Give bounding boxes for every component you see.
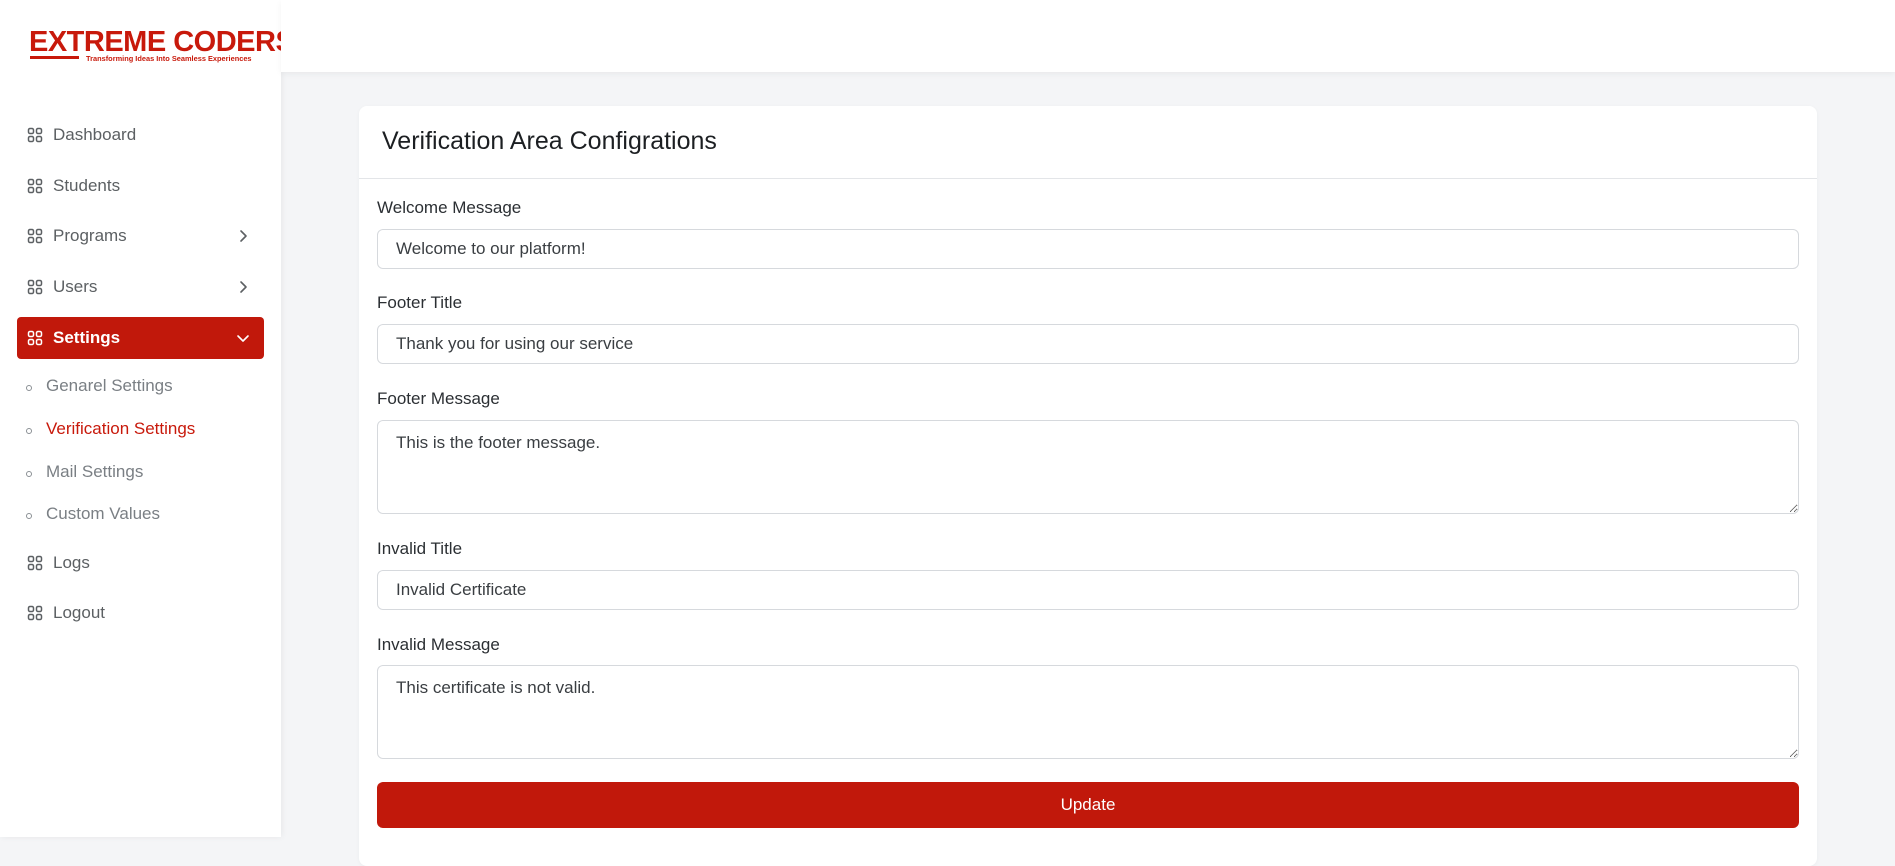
invalid-message-label: Invalid Message [377,635,500,654]
brand-logo[interactable]: EXTREME CODERS Transforming Ideas Into S… [29,26,295,66]
footer-title-label: Footer Title [377,293,463,312]
bullet-icon [26,471,32,477]
bullet-icon [26,513,32,519]
sidebar-item-students[interactable]: Students [17,165,264,207]
welcome-message-input[interactable] [377,229,1799,269]
sidebar-item-settings[interactable]: Settings [17,317,264,359]
footer-title-input[interactable] [377,324,1799,364]
chevron-right-icon [235,228,251,244]
sidebar-item-programs[interactable]: Programs [17,215,264,257]
sidebar-item-label: Dashboard [53,125,137,144]
welcome-message-label: Welcome Message [377,198,522,217]
sidebar-item-label: Students [53,176,121,195]
brand-tagline: Transforming Ideas Into Seamless Experie… [86,54,252,63]
grid-icon [27,555,43,571]
submenu-item-general-settings[interactable]: Genarel Settings [26,373,173,399]
page-title: Verification Area Configrations [382,127,717,155]
invalid-title-input[interactable] [377,570,1799,610]
submenu-item-verification-settings[interactable]: Verification Settings [26,416,195,442]
sidebar-item-dashboard[interactable]: Dashboard [17,114,264,156]
sidebar-item-label: Logout [53,603,105,622]
sidebar-item-logs[interactable]: Logs [17,542,264,584]
bullet-icon [26,385,32,391]
bullet-icon [26,428,32,434]
grid-icon [27,127,43,143]
submenu-item-label: Genarel Settings [46,376,173,395]
submenu-item-label: Verification Settings [46,419,196,438]
grid-icon [27,330,43,346]
grid-icon [27,228,43,244]
footer-message-textarea[interactable]: This is the footer message. [377,420,1799,514]
top-bar [281,0,1895,72]
update-button[interactable]: Update [377,782,1799,828]
submenu-item-label: Custom Values [46,504,161,523]
invalid-message-textarea[interactable]: This certificate is not valid. [377,665,1799,759]
sidebar-item-label: Users [53,277,98,296]
logo-underline [30,56,79,59]
submenu-item-mail-settings[interactable]: Mail Settings [26,459,143,485]
sidebar: EXTREME CODERS Transforming Ideas Into S… [0,0,295,837]
verification-settings-card: Verification Area Configrations Welcome … [359,106,1817,866]
submenu-item-label: Mail Settings [46,462,144,481]
sidebar-item-label: Logs [53,553,90,572]
grid-icon [27,178,43,194]
sidebar-item-users[interactable]: Users [17,266,264,308]
footer-message-label: Footer Message [377,389,500,408]
sidebar-item-logout[interactable]: Logout [17,592,264,634]
chevron-right-icon [235,279,251,295]
sidebar-item-label: Programs [53,226,127,245]
card-header: Verification Area Configrations [359,106,1817,179]
sidebar-item-label: Settings [53,328,121,347]
invalid-title-label: Invalid Title [377,539,463,558]
grid-icon [27,279,43,295]
grid-icon [27,605,43,621]
submenu-item-custom-values[interactable]: Custom Values [26,501,160,527]
chevron-down-icon [235,330,251,346]
